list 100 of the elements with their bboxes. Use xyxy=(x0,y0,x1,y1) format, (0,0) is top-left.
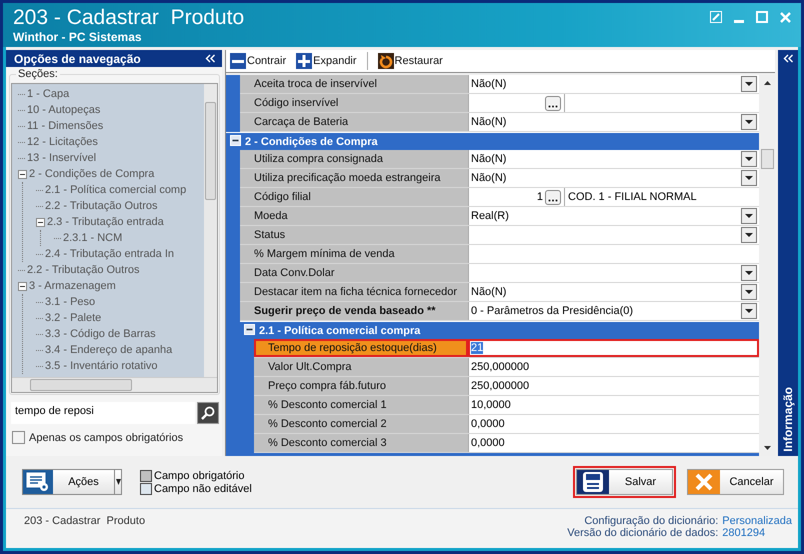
dropdown-value: Não(N) xyxy=(471,116,506,128)
category-title: 2.1 - Política comercial compra xyxy=(259,324,420,336)
category-header[interactable]: 2.1 - Política comercial compra xyxy=(240,321,759,339)
tree-item[interactable]: 3.1 - Peso xyxy=(45,296,96,308)
circular-arrow-icon xyxy=(378,53,394,69)
collapse-chevron-icon[interactable] xyxy=(205,54,216,63)
tree-item[interactable]: 12 - Licitações xyxy=(27,136,98,148)
tree-item[interactable]: 3.3 - Código de Barras xyxy=(45,328,156,340)
version-label: Versão do dicionário de dados: xyxy=(567,527,718,539)
version-value: 2801294 xyxy=(722,527,766,539)
category-header[interactable]: 2 - Condições de Compra xyxy=(226,132,759,150)
dropdown-value: 0 - Parâmetros da Presidência(0) xyxy=(471,305,634,317)
config-label: Configuração do dicionário: xyxy=(583,515,718,527)
field-value[interactable]: 0 - Parâmetros da Presidência(0) xyxy=(468,302,759,320)
field-value[interactable]: 250,000000 xyxy=(468,358,759,376)
save-button[interactable]: Salvar xyxy=(576,469,673,495)
dropdown-arrow-icon[interactable] xyxy=(116,479,120,485)
field-value[interactable]: 0,0000 xyxy=(468,415,759,433)
tree-item[interactable]: 1 - Capa xyxy=(27,88,70,100)
text-value: 250,000000 xyxy=(471,380,530,392)
horizontal-scrollbar[interactable] xyxy=(12,377,217,392)
field-value[interactable]: Não(N) xyxy=(468,113,759,131)
edit-icon[interactable] xyxy=(710,11,722,23)
dropdown-value: Não(N) xyxy=(471,286,506,298)
tree-item[interactable]: 11 - Dimensões xyxy=(27,120,104,132)
field-label: % Margem mínima de venda xyxy=(240,245,468,263)
tree-item[interactable]: 2.3.1 - NCM xyxy=(63,232,122,244)
legend-label: Campo não editável xyxy=(154,482,252,494)
field-value[interactable]: Não(N) xyxy=(468,283,759,301)
scroll-thumb[interactable] xyxy=(760,149,774,169)
checkbox[interactable] xyxy=(12,431,25,444)
field-label: % Desconto comercial 1 xyxy=(254,396,468,414)
field-value[interactable]: 1 COD. 1 - FILIAL NORMAL xyxy=(468,188,759,206)
collapse-icon[interactable] xyxy=(18,282,27,290)
legend-swatch xyxy=(140,470,152,482)
field-value[interactable]: Real(R) xyxy=(468,207,759,225)
field-value[interactable] xyxy=(468,264,759,282)
lookup-icon[interactable] xyxy=(545,96,561,110)
field-label: Utiliza precificação moeda estrangeira xyxy=(240,169,468,187)
cancel-button[interactable]: Cancelar xyxy=(687,469,784,495)
checkbox-label: Apenas os campos obrigatórios xyxy=(29,432,184,444)
field-value[interactable]: Não(N) xyxy=(468,75,759,93)
actions-button[interactable]: Ações xyxy=(22,469,122,495)
field-label: Aceita troca de inservível xyxy=(240,75,468,93)
dropdown-value: Não(N) xyxy=(471,153,506,165)
field-label: Valor Ult.Compra xyxy=(254,358,468,376)
tree-item[interactable]: 2.2 - Tributação Outros xyxy=(27,264,140,276)
field-label: % Desconto comercial 2 xyxy=(254,415,468,433)
text-value: 250,000000 xyxy=(471,361,530,373)
tree-item[interactable]: 13 - Inservível xyxy=(27,152,96,164)
tree-item[interactable]: 2.1 - Política comercial comp xyxy=(45,184,186,196)
scroll-down-icon[interactable] xyxy=(764,446,770,450)
field-label: Utiliza compra consignada xyxy=(240,150,468,168)
dropdown-value: Não(N) xyxy=(471,172,506,184)
field-value[interactable]: 10,0000 xyxy=(468,396,759,414)
info-panel-title: Informação xyxy=(781,387,795,452)
expand-chevron-icon[interactable] xyxy=(782,54,794,63)
expand-button[interactable]: Expandir xyxy=(296,53,357,69)
text-value: 21 xyxy=(471,342,484,354)
collapse-button[interactable]: Contrair xyxy=(230,53,286,69)
field-value[interactable]: Não(N) xyxy=(468,169,759,187)
category-title: 2 - Condições de Compra xyxy=(245,136,378,148)
tree-item[interactable]: 2 - Condições de Compra xyxy=(29,168,154,180)
minus-icon xyxy=(230,53,246,69)
legend-label: Campo obrigatório xyxy=(154,470,244,482)
tree-item[interactable]: 3.2 - Palete xyxy=(45,312,102,324)
tree-item[interactable]: 2.3 - Tributação entrada xyxy=(47,216,164,228)
lookup-icon[interactable] xyxy=(545,190,561,204)
field-label: Código inservível xyxy=(240,94,468,112)
field-label: Preço compra fáb.futuro xyxy=(254,377,468,395)
collapse-icon[interactable] xyxy=(36,218,45,226)
restore-button[interactable]: Restaurar xyxy=(378,53,443,69)
tree-item[interactable]: 3.5 - Inventário rotativo xyxy=(45,360,158,372)
text-value: 0,0000 xyxy=(471,437,505,449)
tree-item[interactable]: 2.4 - Tributação entrada In xyxy=(45,248,174,260)
tree-item[interactable]: 3.4 - Endereço de apanha xyxy=(45,344,172,356)
vertical-scrollbar[interactable] xyxy=(204,84,217,377)
field-label: Carcaça de Bateria xyxy=(240,113,468,131)
collapse-icon[interactable] xyxy=(230,134,241,148)
window-subtitle: Winthor - PC Sistemas xyxy=(13,30,143,44)
collapse-icon[interactable] xyxy=(18,170,27,178)
field-value[interactable]: 21 xyxy=(468,339,759,357)
info-panel[interactable]: Informação xyxy=(778,50,798,456)
field-label: Tempo de reposição estoque(dias) xyxy=(254,339,468,357)
field-label: Sugerir preço de venda baseado ** xyxy=(240,302,468,320)
field-value[interactable]: Não(N) xyxy=(468,150,759,168)
tree-item[interactable]: 2.2 - Tributação Outros xyxy=(45,200,158,212)
config-value: Personalizada xyxy=(722,515,792,527)
field-value[interactable] xyxy=(468,94,759,112)
search-icon[interactable] xyxy=(197,402,219,424)
navigation-title: Opções de navegação xyxy=(14,52,141,66)
field-value[interactable]: 0,0000 xyxy=(468,434,759,452)
field-value[interactable] xyxy=(468,245,759,263)
field-value[interactable]: 250,000000 xyxy=(468,377,759,395)
collapse-icon[interactable] xyxy=(244,324,255,338)
tree-item[interactable]: 3 - Armazenagem xyxy=(29,280,116,292)
search-field[interactable]: tempo de reposi xyxy=(11,402,195,424)
tree-item[interactable]: 10 - Autopeças xyxy=(27,104,100,116)
scroll-up-icon[interactable] xyxy=(764,81,770,85)
field-value[interactable] xyxy=(468,226,759,244)
